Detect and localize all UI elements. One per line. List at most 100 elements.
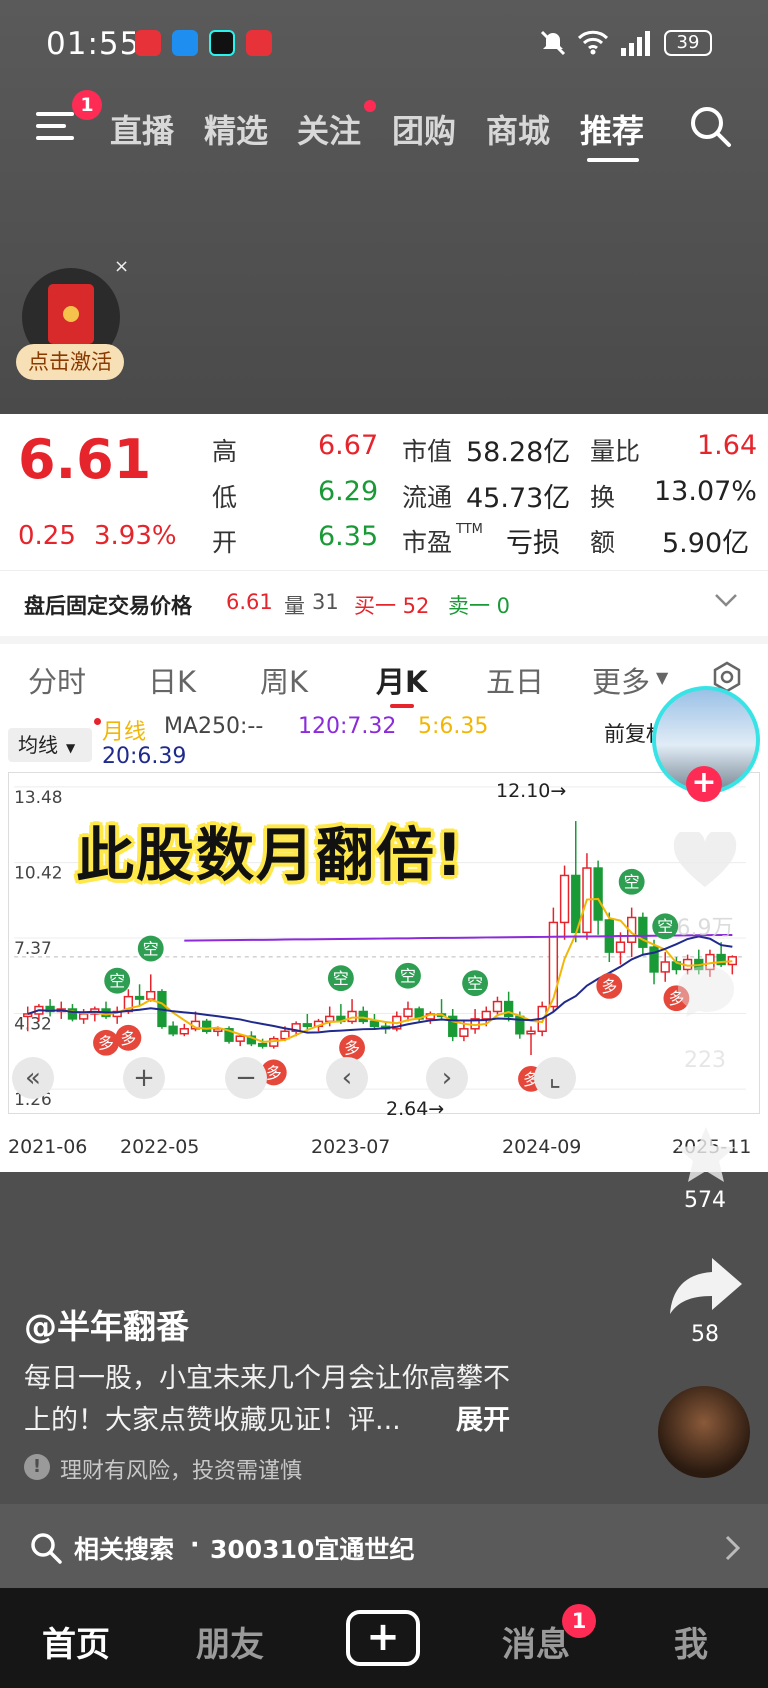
pe-value: 亏损 [506, 528, 560, 559]
scroll-right-icon[interactable]: › [426, 1057, 468, 1099]
scroll-left-icon[interactable]: ‹ [326, 1057, 368, 1099]
battery-icon: 39 [664, 30, 712, 56]
status-time: 01:55 [46, 26, 141, 62]
float-label: 流通 [402, 483, 453, 512]
expand-link[interactable]: 展开 [456, 1398, 510, 1437]
ask-one: 卖一 0 [448, 594, 511, 618]
nav-friends[interactable]: 朋友 [196, 1617, 264, 1666]
buy-signal-label: 多 [98, 1034, 114, 1053]
risk-notice: 理财有风险，投资需谨慎 [60, 1459, 303, 1484]
share-icon[interactable] [668, 1254, 744, 1316]
tiktok-app-icon [209, 30, 235, 56]
candle-body [503, 1000, 514, 1018]
ma-line-label: 月线 [102, 720, 147, 745]
active-chart-tab-underline [390, 704, 414, 708]
post-text-line2: 上的！大家点赞收藏见证！评... [24, 1405, 401, 1436]
menu-icon[interactable] [36, 110, 74, 142]
tab-mall[interactable]: 商城 [486, 106, 550, 152]
create-plus-button[interactable]: + [346, 1610, 420, 1666]
nav-home[interactable]: 首页 [42, 1617, 110, 1666]
music-disc[interactable] [658, 1386, 750, 1478]
candle-body [369, 1020, 380, 1028]
y-tick-label: 7.37 [14, 938, 52, 958]
tab-daily-k[interactable]: 日K [148, 659, 196, 701]
favorite-count: 574 [684, 1188, 726, 1213]
ma5-value: 5:6.35 [418, 714, 489, 739]
min-price-label: 2.64→ [386, 1098, 445, 1120]
search-icon[interactable] [688, 104, 732, 148]
candle-body [638, 916, 648, 948]
caret-down-icon: ▼ [66, 741, 76, 755]
huawei-app-icon [135, 30, 161, 56]
tab-group-buy[interactable]: 团购 [392, 106, 456, 152]
ma-selector[interactable]: 均线 ▼ [8, 728, 92, 762]
zoom-in-icon[interactable]: + [123, 1057, 165, 1099]
candle-body [302, 1023, 312, 1028]
ma120-value: 120:7.32 [298, 714, 397, 739]
x-tick: 2021-06 [8, 1136, 88, 1158]
candle-body [660, 961, 670, 973]
signal-icon [621, 31, 650, 56]
wifi-icon [577, 30, 609, 55]
tab-more[interactable]: 更多 [592, 659, 650, 701]
tab-recommend[interactable]: 推荐 [580, 106, 644, 152]
candle-body [168, 1025, 178, 1035]
candle-body [403, 1008, 413, 1018]
related-search-sep: · [190, 1530, 200, 1559]
comment-icon[interactable] [674, 962, 738, 1020]
tab-following[interactable]: 关注 [297, 106, 361, 152]
tab-live[interactable]: 直播 [110, 106, 174, 152]
heart-icon[interactable] [672, 832, 738, 890]
tab-monthly-k[interactable]: 月K [376, 659, 427, 701]
search-icon [31, 1533, 62, 1564]
tab-five-day[interactable]: 五日 [486, 659, 544, 701]
caret-down-icon: ▼ [656, 668, 669, 687]
related-search-query[interactable]: 300310宜通世纪 [210, 1530, 414, 1566]
messages-badge: 1 [562, 1604, 596, 1638]
ma250-value: MA250:-- [164, 714, 264, 739]
ma20-value: 20:6.39 [102, 744, 187, 769]
nav-messages[interactable]: 消息 [502, 1617, 570, 1666]
candle-body [347, 1010, 357, 1023]
pe-ttm-label: TTM [456, 522, 483, 537]
tab-weekly-k[interactable]: 周K [260, 659, 308, 701]
y-tick-label: 10.42 [14, 863, 62, 883]
scroll-left-fast-icon[interactable]: « [12, 1057, 54, 1099]
candle-body [459, 1028, 469, 1037]
candle-body [269, 1037, 279, 1047]
chevron-down-icon[interactable] [714, 592, 738, 608]
ma-line-5 [27, 897, 733, 1043]
candle-body [593, 867, 603, 921]
ma-dot [94, 718, 101, 725]
zoom-out-icon[interactable]: − [225, 1057, 267, 1099]
share-count: 58 [691, 1322, 719, 1347]
candle-body [257, 1042, 268, 1047]
activate-button[interactable]: 点击激活 [16, 344, 124, 380]
buy-signal-label: 多 [344, 1039, 360, 1058]
menu-badge: 1 [72, 90, 102, 120]
low-label: 低 [212, 483, 238, 512]
close-icon[interactable]: × [114, 256, 129, 277]
chevron-right-icon [725, 1535, 741, 1561]
author-name[interactable]: @半年翻番 [24, 1300, 189, 1348]
buy-signal-label: 多 [266, 1063, 282, 1082]
candle-body [526, 1030, 536, 1035]
follow-plus-icon[interactable]: + [686, 766, 722, 802]
tab-featured[interactable]: 精选 [204, 106, 268, 152]
huawei-app-icon-2 [246, 30, 272, 56]
bid-one: 买一 52 [354, 594, 430, 618]
comment-count: 223 [684, 1048, 726, 1073]
afterhours-vol: 31 [312, 590, 339, 614]
battery-level: 39 [676, 32, 700, 53]
warning-icon: ! [24, 1454, 50, 1480]
pe-label: 市盈 [402, 528, 453, 557]
active-tab-underline [587, 158, 639, 162]
message-app-icon [172, 30, 198, 56]
high-label: 高 [212, 437, 238, 466]
star-icon[interactable] [674, 1124, 738, 1186]
nav-me[interactable]: 我 [674, 1617, 708, 1666]
fullscreen-icon[interactable]: ⌞ [534, 1057, 576, 1099]
ma-line-20 [27, 935, 733, 1034]
tab-intraday[interactable]: 分时 [28, 659, 86, 701]
turnover-label: 换 [590, 483, 616, 512]
